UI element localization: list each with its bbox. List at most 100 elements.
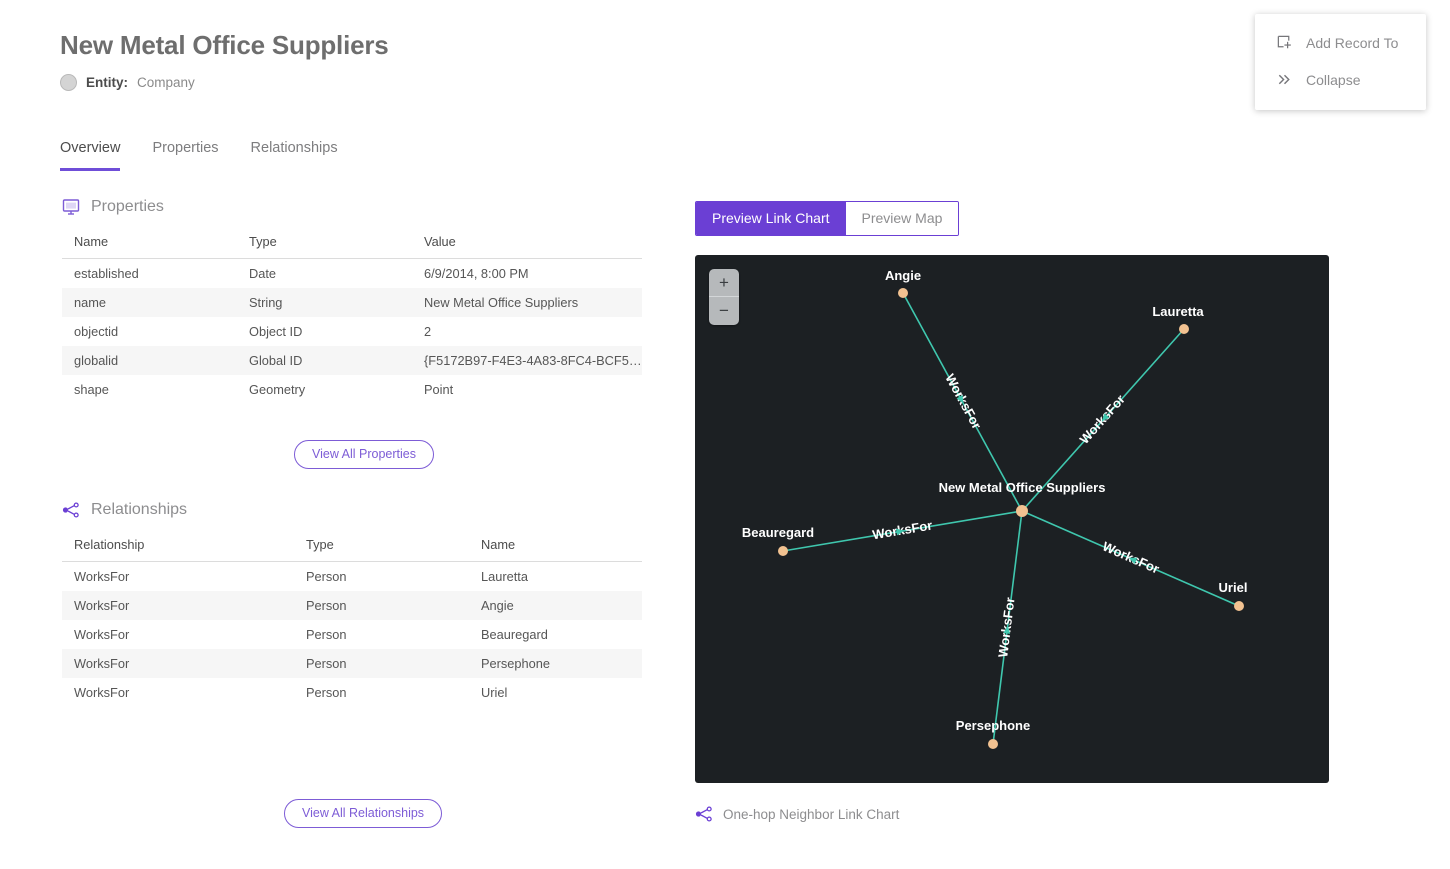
menu-item-add-record-to[interactable]: Add Record To <box>1255 24 1426 61</box>
graph-node-label: Uriel <box>1219 580 1248 595</box>
relationship-entity-type: Person <box>294 620 469 649</box>
graph-node-label: Lauretta <box>1152 304 1204 319</box>
table-row: shape Geometry Point <box>62 375 642 404</box>
relationships-table-header-row: Relationship Type Name <box>62 533 642 562</box>
properties-section-title: Properties <box>91 198 164 216</box>
entity-type-line: Entity: Company <box>60 74 195 91</box>
entity-dot-icon <box>60 74 77 91</box>
property-value: New Metal Office Suppliers <box>412 288 642 317</box>
tab-overview[interactable]: Overview <box>60 140 120 171</box>
link-graph-icon <box>62 501 80 519</box>
properties-table-header-row: Name Type Value <box>62 230 642 259</box>
table-row: WorksFor Person Persephone <box>62 649 642 678</box>
property-value: {F5172B97-F4E3-4A83-8FC4-BCF5… <box>412 346 642 375</box>
graph-node-label: Angie <box>885 268 921 283</box>
graph-node <box>988 739 998 749</box>
preview-map-button[interactable]: Preview Map <box>846 202 959 235</box>
preview-link-chart-button[interactable]: Preview Link Chart <box>696 202 846 235</box>
table-row: established Date 6/9/2014, 8:00 PM <box>62 259 642 289</box>
relationships-section-header: Relationships <box>62 501 187 519</box>
menu-item-label: Add Record To <box>1306 35 1398 51</box>
table-row: WorksFor Person Beauregard <box>62 620 642 649</box>
view-all-relationships-button[interactable]: View All Relationships <box>284 799 442 828</box>
relationships-section-title: Relationships <box>91 501 187 519</box>
display-icon <box>62 198 80 216</box>
property-name: objectid <box>62 317 237 346</box>
table-row: WorksFor Person Lauretta <box>62 562 642 592</box>
relationship-type-link[interactable]: WorksFor <box>62 649 294 678</box>
relationship-name-link[interactable]: Persephone <box>469 649 642 678</box>
table-row: WorksFor Person Angie <box>62 591 642 620</box>
zoom-out-button[interactable]: − <box>709 297 739 325</box>
graph-node <box>1179 324 1189 334</box>
relationship-name-link[interactable]: Angie <box>469 591 642 620</box>
graph-node <box>1016 505 1028 517</box>
relationships-col-type: Type <box>294 533 469 562</box>
add-record-icon <box>1276 34 1293 51</box>
property-type: Object ID <box>237 317 412 346</box>
graph-node <box>1234 601 1244 611</box>
graph-edge-label: WorksFor <box>1100 539 1161 577</box>
relationship-name-link[interactable]: Lauretta <box>469 562 642 592</box>
property-name: established <box>62 259 237 289</box>
relationship-name-link[interactable]: Beauregard <box>469 620 642 649</box>
relationship-entity-type: Person <box>294 649 469 678</box>
page-title: New Metal Office Suppliers <box>60 30 389 61</box>
graph-node-label: Persephone <box>956 718 1030 733</box>
properties-col-value: Value <box>412 230 642 259</box>
relationship-name-link[interactable]: Uriel <box>469 678 642 707</box>
zoom-controls: + − <box>709 269 739 325</box>
graph-edge-label: WorksFor <box>1077 392 1128 447</box>
relationship-entity-type: Person <box>294 562 469 592</box>
link-chart-canvas[interactable]: WorksFor WorksFor WorksFor WorksFor WorksFor… <box>695 255 1329 783</box>
menu-item-label: Collapse <box>1306 72 1360 88</box>
relationships-col-name: Name <box>469 533 642 562</box>
table-row: WorksFor Person Uriel <box>62 678 642 707</box>
property-type: Date <box>237 259 412 289</box>
graph-node-label: Beauregard <box>742 525 814 540</box>
menu-item-collapse[interactable]: Collapse <box>1255 61 1426 98</box>
relationship-type-link[interactable]: WorksFor <box>62 591 294 620</box>
context-menu: Add Record To Collapse <box>1255 14 1426 110</box>
property-name: globalid <box>62 346 237 375</box>
graph-edge-label: WorksFor <box>942 371 984 431</box>
tab-relationships[interactable]: Relationships <box>251 140 338 171</box>
table-row: objectid Object ID 2 <box>62 317 642 346</box>
link-graph-icon <box>695 805 713 823</box>
entity-label: Entity: <box>86 75 128 90</box>
table-row: name String New Metal Office Suppliers <box>62 288 642 317</box>
relationship-type-link[interactable]: WorksFor <box>62 678 294 707</box>
property-type: String <box>237 288 412 317</box>
properties-col-name: Name <box>62 230 237 259</box>
tab-properties[interactable]: Properties <box>152 140 218 171</box>
property-value: Point <box>412 375 642 404</box>
relationship-entity-type: Person <box>294 678 469 707</box>
graph-node <box>898 288 908 298</box>
relationship-type-link[interactable]: WorksFor <box>62 562 294 592</box>
property-value: 6/9/2014, 8:00 PM <box>412 259 642 289</box>
zoom-in-button[interactable]: + <box>709 269 739 297</box>
property-value: 2 <box>412 317 642 346</box>
relationships-table-body: WorksFor Person Lauretta WorksFor Person… <box>62 562 642 708</box>
relationships-table: Relationship Type Name WorksFor Person L… <box>62 533 642 707</box>
graph-node <box>778 546 788 556</box>
graph-edge-label: WorksFor <box>871 518 933 543</box>
properties-section-header: Properties <box>62 198 164 216</box>
tab-bar: Overview Properties Relationships <box>60 140 338 171</box>
entity-detail-page: New Metal Office Suppliers Entity: Compa… <box>0 0 1450 869</box>
properties-table-body: established Date 6/9/2014, 8:00 PM name … <box>62 259 642 405</box>
link-chart-caption-text: One-hop Neighbor Link Chart <box>723 807 899 822</box>
properties-col-type: Type <box>237 230 412 259</box>
preview-toggle-group: Preview Link Chart Preview Map <box>695 201 959 236</box>
properties-table: Name Type Value established Date 6/9/201… <box>62 230 642 404</box>
property-type: Geometry <box>237 375 412 404</box>
table-row: globalid Global ID {F5172B97-F4E3-4A83-8… <box>62 346 642 375</box>
link-chart-caption: One-hop Neighbor Link Chart <box>695 805 899 823</box>
entity-value: Company <box>137 75 195 90</box>
view-all-properties-button[interactable]: View All Properties <box>294 440 434 469</box>
property-type: Global ID <box>237 346 412 375</box>
graph-edge-label: WorksFor <box>995 596 1017 658</box>
relationship-type-link[interactable]: WorksFor <box>62 620 294 649</box>
property-name: name <box>62 288 237 317</box>
link-chart-graph: WorksFor WorksFor WorksFor WorksFor WorksFor… <box>695 255 1329 783</box>
